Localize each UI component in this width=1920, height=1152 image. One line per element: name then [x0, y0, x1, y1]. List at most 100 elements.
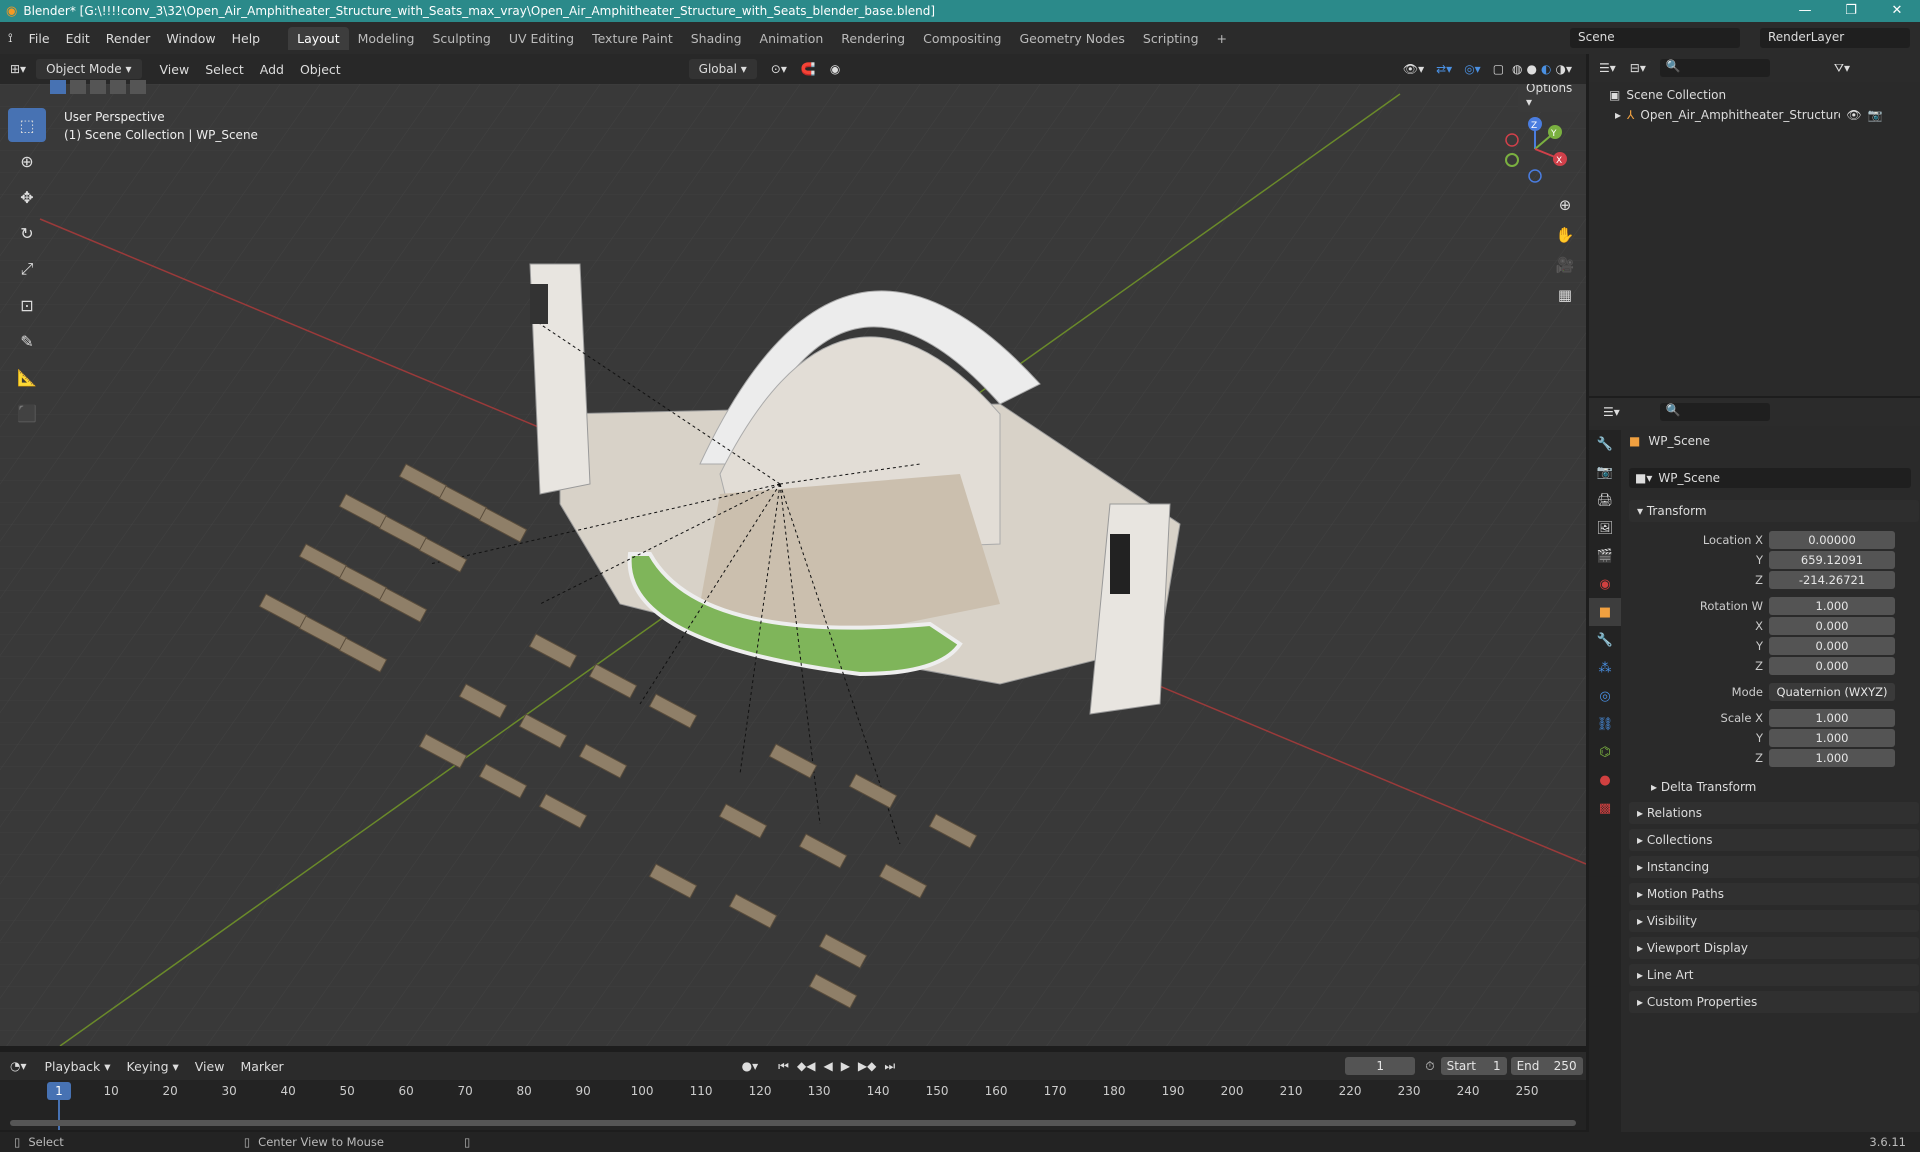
material-tab-icon[interactable]: ● — [1589, 766, 1621, 794]
tab-geometry-nodes[interactable]: Geometry Nodes — [1010, 27, 1133, 50]
3d-viewport[interactable]: User Perspective (1) Scene Collection | … — [0, 84, 1586, 1046]
location-x-field[interactable]: 0.00000 — [1769, 531, 1895, 549]
current-frame-field[interactable]: 1 — [1345, 1057, 1416, 1075]
shading-rendered-icon[interactable]: ◑▾ — [1556, 62, 1573, 76]
tool-tab-icon[interactable]: 🔧 — [1589, 430, 1621, 458]
end-frame-field[interactable]: End 250 — [1510, 1057, 1583, 1075]
object-name-field[interactable]: ■▾ WP_Scene — [1629, 468, 1911, 488]
properties-editor-icon[interactable]: ☰▾ — [1603, 405, 1620, 419]
orientation-dropdown[interactable]: Global ▾ — [688, 59, 757, 79]
jump-keyframe-forward-icon[interactable]: ▶◆ — [858, 1059, 876, 1073]
jump-end-icon[interactable]: ⏭ — [884, 1059, 895, 1074]
menu-edit[interactable]: Edit — [58, 31, 98, 46]
visibility-eye-icon[interactable]: 👁 — [1846, 108, 1861, 122]
visibility-panel[interactable]: ▸ Visibility — [1629, 910, 1919, 932]
menu-render[interactable]: Render — [98, 31, 159, 46]
proportional-edit-icon[interactable]: ◉ — [830, 62, 840, 76]
filter-icon[interactable]: ⛛▾ — [1834, 61, 1850, 76]
viewport-display-panel[interactable]: ▸ Viewport Display — [1629, 937, 1919, 959]
pivot-icon[interactable]: ⊙▾ — [771, 62, 787, 76]
minimize-button[interactable]: — — [1782, 0, 1828, 22]
rotate-tool-icon[interactable]: ↻ — [8, 216, 46, 250]
playhead-frame[interactable]: 1 — [47, 1082, 71, 1100]
maximize-button[interactable]: ❐ — [1828, 0, 1874, 22]
add-cube-tool-icon[interactable]: ⬛ — [8, 396, 46, 430]
outliner-display-mode-icon[interactable]: ⊟▾ — [1630, 61, 1646, 75]
menu-object[interactable]: Object — [292, 62, 349, 77]
object-tab-icon[interactable]: ■ — [1589, 598, 1621, 626]
outliner-item[interactable]: ▸ ⅄ Open_Air_Amphitheater_Structure_with… — [1589, 102, 1920, 122]
rotation-y-field[interactable]: 0.000 — [1769, 637, 1895, 655]
annotate-tool-icon[interactable]: ✎ — [8, 324, 46, 358]
playback-menu[interactable]: Playback ▾ — [37, 1059, 119, 1074]
start-frame-field[interactable]: Start 1 — [1440, 1057, 1507, 1075]
scene-tab-icon[interactable]: 🎬 — [1589, 542, 1621, 570]
render-tab-icon[interactable]: 📷 — [1589, 458, 1621, 486]
close-button[interactable]: ✕ — [1874, 0, 1920, 22]
physics-tab-icon[interactable]: ◎ — [1589, 682, 1621, 710]
menu-view[interactable]: View — [152, 62, 198, 77]
location-y-field[interactable]: 659.12091 — [1769, 551, 1895, 569]
shading-wireframe-icon[interactable]: ◍ — [1512, 62, 1522, 76]
scale-y-field[interactable]: 1.000 — [1769, 729, 1895, 747]
output-tab-icon[interactable]: 🖨 — [1589, 486, 1621, 514]
tab-texture-paint[interactable]: Texture Paint — [583, 27, 682, 50]
visibility-icon[interactable]: 👁▾ — [1403, 62, 1424, 76]
tab-scripting[interactable]: Scripting — [1134, 27, 1208, 50]
pan-hand-icon[interactable]: ✋ — [1552, 226, 1578, 256]
modifier-tab-icon[interactable]: 🔧 — [1589, 626, 1621, 654]
tab-sculpting[interactable]: Sculpting — [423, 27, 499, 50]
scale-x-field[interactable]: 1.000 — [1769, 709, 1895, 727]
timeline-editor-icon[interactable]: ◔▾ — [10, 1059, 27, 1073]
expand-arrow-icon[interactable]: ▸ — [1615, 108, 1621, 122]
render-layer-selector[interactable]: RenderLayer — [1760, 28, 1910, 48]
texture-tab-icon[interactable]: ▩ — [1589, 794, 1621, 822]
shading-solid-icon[interactable]: ● — [1527, 62, 1537, 76]
outliner-editor-icon[interactable]: ☰▾ — [1599, 61, 1616, 75]
timeline-view-menu[interactable]: View — [187, 1059, 233, 1074]
view-layer-tab-icon[interactable]: 🖼 — [1589, 514, 1621, 542]
data-tab-icon[interactable]: ⌬ — [1589, 738, 1621, 766]
rotation-z-field[interactable]: 0.000 — [1769, 657, 1895, 675]
location-z-field[interactable]: -214.26721 — [1769, 571, 1895, 589]
tab-compositing[interactable]: Compositing — [914, 27, 1010, 50]
tab-shading[interactable]: Shading — [682, 27, 751, 50]
scale-z-field[interactable]: 1.000 — [1769, 749, 1895, 767]
timeline-scrollbar[interactable] — [10, 1120, 1576, 1126]
delta-transform-panel[interactable]: ▸ Delta Transform — [1643, 776, 1919, 798]
outliner-scene-collection[interactable]: ▣ Scene Collection — [1589, 82, 1920, 102]
ortho-grid-icon[interactable]: ▦ — [1552, 286, 1578, 316]
scene-selector[interactable]: Scene — [1570, 28, 1740, 48]
options-button[interactable]: Options ▾ — [1518, 84, 1586, 112]
zoom-icon[interactable]: ⊕ — [1552, 196, 1578, 226]
jump-keyframe-back-icon[interactable]: ◆◀ — [797, 1059, 815, 1073]
transform-panel-header[interactable]: ▾ Transform — [1629, 500, 1919, 522]
menu-help[interactable]: Help — [224, 31, 269, 46]
tab-layout[interactable]: Layout — [288, 26, 349, 50]
tab-uv-editing[interactable]: UV Editing — [500, 27, 583, 50]
select-new-icon[interactable] — [50, 80, 66, 94]
properties-search-input[interactable]: 🔍 — [1659, 403, 1770, 421]
camera-view-icon[interactable]: 🎥 — [1552, 256, 1578, 286]
outliner-search-input[interactable]: 🔍 — [1659, 59, 1770, 77]
select-intersect-icon[interactable] — [130, 80, 146, 94]
menu-add[interactable]: Add — [252, 62, 292, 77]
tab-rendering[interactable]: Rendering — [832, 27, 914, 50]
particles-tab-icon[interactable]: ⁂ — [1589, 654, 1621, 682]
add-workspace-button[interactable]: + — [1208, 27, 1236, 50]
menu-file[interactable]: File — [21, 31, 58, 46]
rotation-w-field[interactable]: 1.000 — [1769, 597, 1895, 615]
transform-tool-icon[interactable]: ⊡ — [8, 288, 46, 322]
marker-menu[interactable]: Marker — [232, 1059, 291, 1074]
play-icon[interactable]: ▶ — [841, 1059, 850, 1073]
select-box-tool-icon[interactable]: ⬚ — [8, 108, 46, 142]
constraints-tab-icon[interactable]: ⛓ — [1589, 710, 1621, 738]
xray-icon[interactable]: ▢ — [1493, 62, 1504, 76]
record-icon[interactable]: ●▾ — [742, 1059, 759, 1073]
cursor-tool-icon[interactable]: ⊕ — [8, 144, 46, 178]
render-camera-icon[interactable]: 📷 — [1868, 108, 1883, 122]
world-tab-icon[interactable]: ◉ — [1589, 570, 1621, 598]
play-reverse-icon[interactable]: ◀ — [823, 1059, 832, 1073]
select-extend-icon[interactable] — [70, 80, 86, 94]
clock-icon[interactable]: ⏱ — [1425, 1059, 1434, 1074]
